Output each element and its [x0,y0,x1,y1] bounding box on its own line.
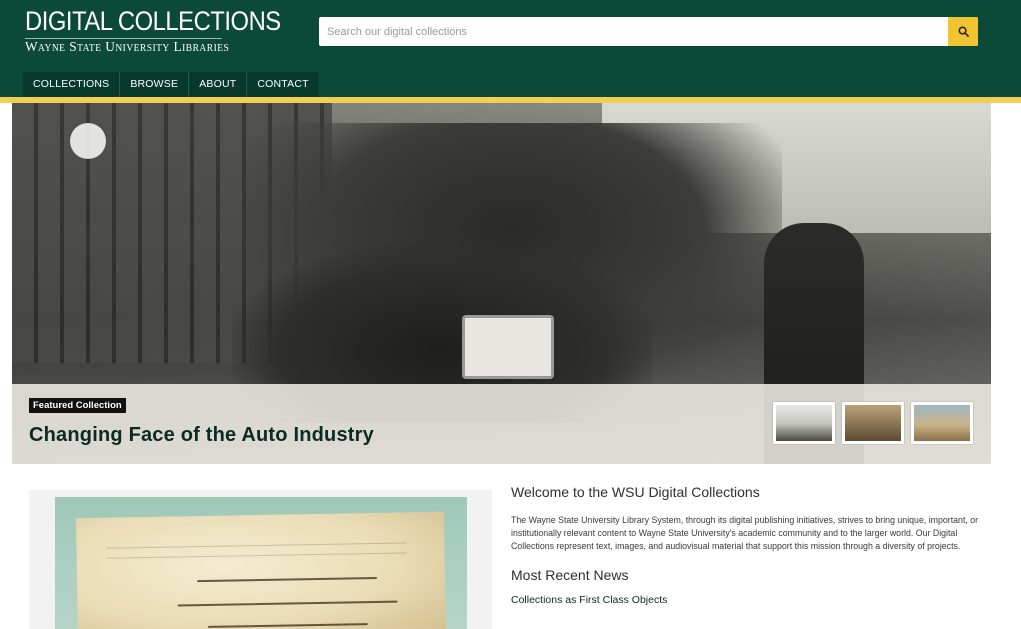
search-bar [319,17,978,46]
featured-badge: Featured Collection [29,398,126,413]
featured-document-image[interactable] [29,490,492,629]
hero-caption: Featured Collection Changing Face of the… [12,384,991,464]
hero-photo-sign [462,315,554,379]
thumbnail-postcard-factory[interactable] [911,402,973,444]
hero-photo-lamp [70,123,106,159]
welcome-text: The Wayne State University Library Syste… [511,515,979,551]
welcome-heading: Welcome to the WSU Digital Collections [511,484,760,500]
search-icon [958,26,969,37]
thumbnail-city-crowd[interactable] [842,402,904,444]
logo-subtitle: Wayne State University Libraries [25,38,230,55]
news-heading: Most Recent News [511,567,629,583]
nav-contact[interactable]: CONTACT [247,72,318,97]
thumbnail-street-scene[interactable] [773,402,835,444]
featured-collection-hero[interactable]: Featured Collection Changing Face of the… [12,103,991,464]
nav-collections[interactable]: COLLECTIONS [23,72,121,97]
nav-about[interactable]: ABOUT [189,72,248,97]
nav-browse[interactable]: BROWSE [120,72,190,97]
featured-collection-title[interactable]: Changing Face of the Auto Industry [29,424,374,447]
main-nav: COLLECTIONS BROWSE ABOUT CONTACT [23,72,319,97]
logo-title: DIGITAL COLLECTIONS [25,6,281,36]
site-header: DIGITAL COLLECTIONS Wayne State Universi… [0,0,1021,97]
document-mat [55,497,467,629]
site-logo[interactable]: DIGITAL COLLECTIONS Wayne State Universi… [25,7,316,56]
search-input[interactable] [319,17,949,46]
welcome-section: Welcome to the WSU Digital Collections T… [511,484,981,606]
document-paper [75,511,447,629]
hero-thumbnails [773,402,973,444]
news-link[interactable]: Collections as First Class Objects [511,594,981,606]
search-button[interactable] [948,17,978,46]
